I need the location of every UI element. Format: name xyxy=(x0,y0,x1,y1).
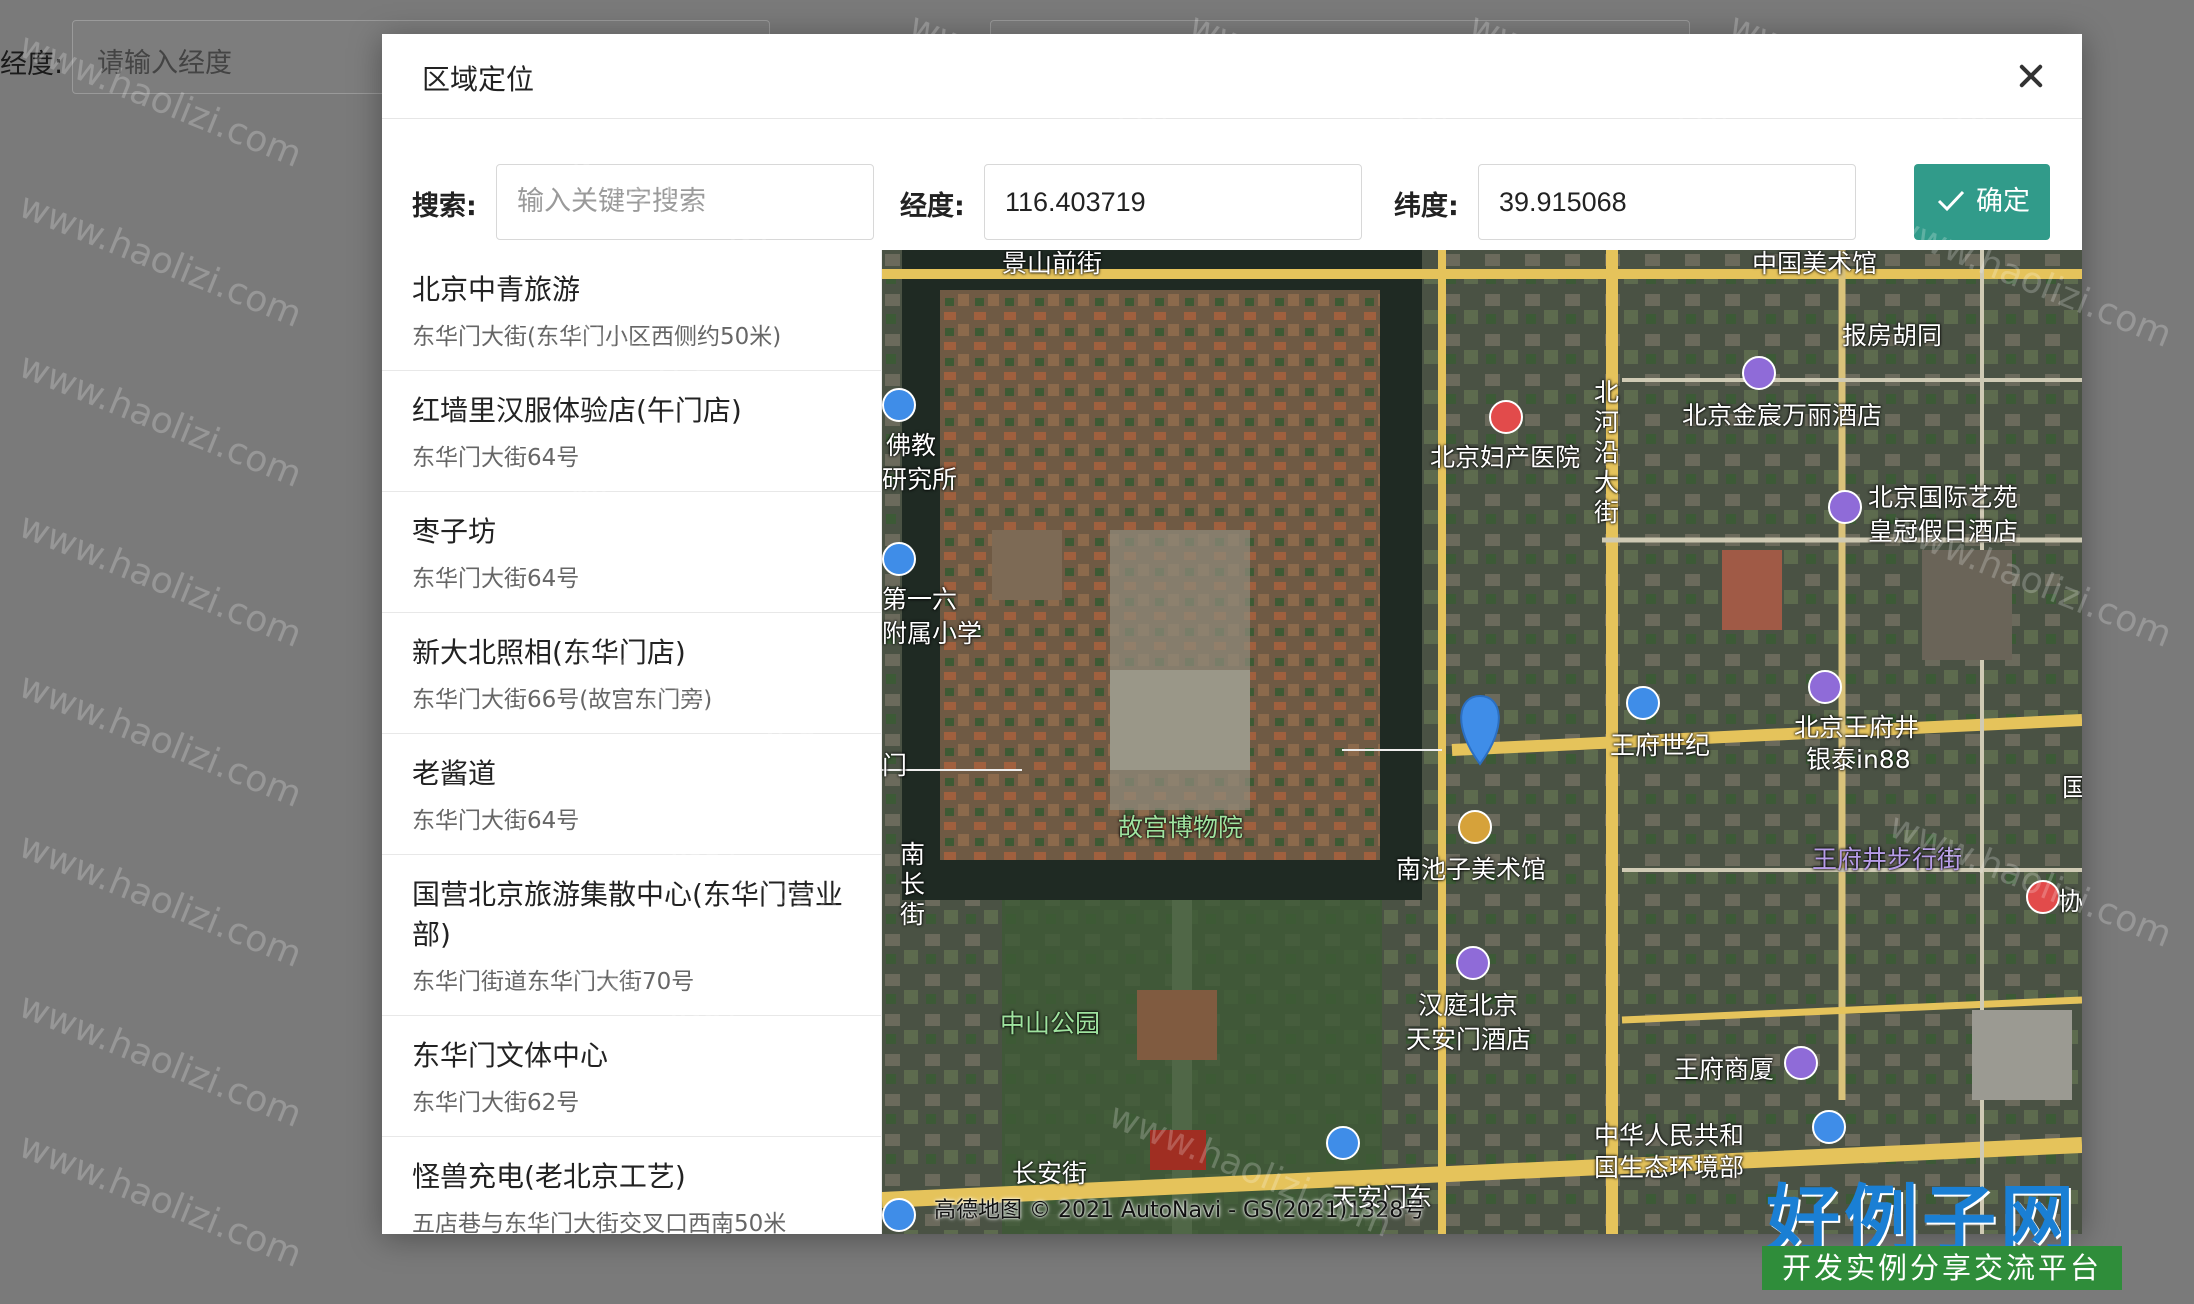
satellite-map[interactable]: 景山前街 中国美术馆 报房胡同 北京金宸万丽酒店 北京妇产医院 北河沿大街 北京… xyxy=(882,250,2082,1234)
dialog-header: 区域定位 xyxy=(382,34,2082,119)
map-label-diyiliu: 第一六 xyxy=(882,585,958,614)
result-address: 东华门大街64号 xyxy=(412,445,580,471)
list-item[interactable]: 北京中青旅游 东华门大街(东华门小区西侧约50米) xyxy=(382,250,881,371)
map-label-tiananmen-hotel: 天安门酒店 xyxy=(1406,1025,1532,1054)
location-toolbar: 搜索: 输入关键字搜索 经度: 116.403719 纬度: 39.915068… xyxy=(382,120,2082,248)
list-item[interactable]: 东华门文体中心 东华门大街62号 xyxy=(382,1016,881,1137)
hotel-icon[interactable] xyxy=(1456,946,1490,980)
list-item[interactable]: 红墙里汉服体验店(午门店) 东华门大街64号 xyxy=(382,371,881,492)
result-name: 枣子坊 xyxy=(412,515,497,548)
list-item[interactable]: 新大北照相(东华门店) 东华门大街66号(故宫东门旁) xyxy=(382,613,881,734)
watermark: www.haolizi.com xyxy=(13,345,308,496)
map-label-art-museum: 中国美术馆 xyxy=(1752,250,1878,278)
search-label: 搜索: xyxy=(412,191,477,222)
map-label-intime2: 银泰in88 xyxy=(1806,745,1911,774)
map-poi-icon[interactable] xyxy=(882,388,916,422)
result-name: 老酱道 xyxy=(412,757,497,790)
map-label-yanjiusuo: 研究所 xyxy=(882,465,958,494)
watermark: www.haolizi.com xyxy=(13,665,308,816)
result-name: 东华门文体中心 xyxy=(412,1039,609,1072)
close-icon[interactable] xyxy=(2008,52,2056,100)
latitude-input[interactable]: 39.915068 xyxy=(1478,164,1856,240)
list-item[interactable]: 国营北京旅游集散中心(东华门营业部) 东华门街道东华门大街70号 xyxy=(382,855,881,1016)
shopping-icon[interactable] xyxy=(1808,670,1842,704)
map-label-nanchang: 南长街 xyxy=(900,840,926,929)
map-label-wangfu-world: 王府世纪 xyxy=(1610,731,1711,760)
bg-longitude-placeholder: 请输入经度 xyxy=(97,48,232,79)
subway-icon[interactable] xyxy=(1812,1110,1846,1144)
longitude-input[interactable]: 116.403719 xyxy=(984,164,1362,240)
map-label-palace: 故宫博物院 xyxy=(1118,813,1244,842)
map-label-ministry2: 国生态环境部 xyxy=(1594,1153,1745,1182)
subway-icon[interactable] xyxy=(1326,1126,1360,1160)
result-name: 国营北京旅游集散中心(东华门营业部) xyxy=(412,878,843,951)
map-label-ministry: 中华人民共和 xyxy=(1594,1121,1745,1150)
map-label-kingwing: 北京金宸万丽酒店 xyxy=(1682,401,1883,430)
map-label-intime: 北京王府井 xyxy=(1794,713,1920,742)
watermark: www.haolizi.com xyxy=(13,185,308,336)
result-address: 五店巷与东华门大街交叉口西南50米 xyxy=(412,1211,787,1234)
map-label-fuchan: 北京妇产医院 xyxy=(1430,443,1581,472)
map-label-nanchizi-museum: 南池子美术馆 xyxy=(1396,855,1547,884)
map-label-wfj-street: 王府井步行街 xyxy=(1812,845,1963,874)
map-copyright: 高德地图 © 2021 AutoNavi - GS(2021)1328号 xyxy=(934,1198,1426,1223)
map-label-jingshan: 景山前街 xyxy=(1002,250,1103,278)
dialog-title: 区域定位 xyxy=(422,63,535,96)
list-item[interactable]: 怪兽充电(老北京工艺) 五店巷与东华门大街交叉口西南50米 xyxy=(382,1137,881,1234)
watermark: www.haolizi.com xyxy=(13,1125,308,1276)
hotel-icon[interactable] xyxy=(1742,356,1776,390)
search-results-list: 北京中青旅游 东华门大街(东华门小区西侧约50米) 红墙里汉服体验店(午门店) … xyxy=(382,250,882,1234)
confirm-label: 确定 xyxy=(1976,186,2030,217)
watermark: www.haolizi.com xyxy=(13,825,308,976)
map-label-baofang: 报房胡同 xyxy=(1842,321,1943,350)
list-item[interactable]: 老酱道 东华门大街64号 xyxy=(382,734,881,855)
result-name: 新大北照相(东华门店) xyxy=(412,636,686,669)
map-label-fojiao: 佛教 xyxy=(886,431,937,460)
map-label-guoji: 北京国际艺苑 xyxy=(1868,483,2019,512)
check-icon xyxy=(1937,190,1965,212)
result-name: 北京中青旅游 xyxy=(412,273,581,306)
map-label-fushu: 附属小学 xyxy=(882,619,983,648)
shopping-icon[interactable] xyxy=(1784,1046,1818,1080)
result-address: 东华门大街66号(故宫东门旁) xyxy=(412,687,713,713)
watermark: www.haolizi.com xyxy=(13,505,308,656)
map-label-wangfu-mall: 王府商厦 xyxy=(1674,1055,1775,1084)
museum-icon[interactable] xyxy=(1458,810,1492,844)
longitude-label: 经度: xyxy=(900,191,965,222)
hospital-icon[interactable] xyxy=(2026,880,2060,914)
map-label-xie: 协 xyxy=(2058,887,2082,916)
map-label-changan: 长安街 xyxy=(1012,1159,1088,1188)
list-item[interactable]: 枣子坊 东华门大街64号 xyxy=(382,492,881,613)
map-label-beiheyan: 北河沿大街 xyxy=(1594,378,1620,527)
map-label-zhongshan: 中山公园 xyxy=(1000,1009,1101,1038)
haolizi-tagline: 开发实例分享交流平台 xyxy=(1762,1246,2122,1290)
result-address: 东华门大街64号 xyxy=(412,808,580,834)
map-label-hanting: 汉庭北京 xyxy=(1418,991,1519,1020)
watermark: www.haolizi.com xyxy=(13,985,308,1136)
map-label-guo: 国 xyxy=(2062,773,2082,802)
map-label-crowne: 皇冠假日酒店 xyxy=(1868,517,2019,546)
area-location-dialog: 区域定位 搜索: 输入关键字搜索 经度: 116.403719 纬度: 39.9… xyxy=(382,34,2082,1234)
bg-longitude-label: 经度: xyxy=(0,49,64,80)
result-address: 东华门大街62号 xyxy=(412,1090,580,1116)
map-label-men: 门 xyxy=(882,751,908,780)
confirm-button[interactable]: 确定 xyxy=(1914,164,2050,240)
result-name: 怪兽充电(老北京工艺) xyxy=(412,1160,686,1193)
result-name: 红墙里汉服体验店(午门店) xyxy=(412,394,742,427)
result-address: 东华门大街(东华门小区西侧约50米) xyxy=(412,324,782,350)
search-input[interactable]: 输入关键字搜索 xyxy=(496,164,874,240)
building-icon[interactable] xyxy=(1626,686,1660,720)
hotel-icon[interactable] xyxy=(1828,490,1862,524)
map-poi-icon[interactable] xyxy=(882,542,916,576)
hospital-icon[interactable] xyxy=(1489,400,1523,434)
result-address: 东华门街道东华门大街70号 xyxy=(412,969,695,995)
latitude-label: 纬度: xyxy=(1394,191,1459,222)
result-address: 东华门大街64号 xyxy=(412,566,580,592)
amap-logo-icon xyxy=(882,1198,916,1232)
